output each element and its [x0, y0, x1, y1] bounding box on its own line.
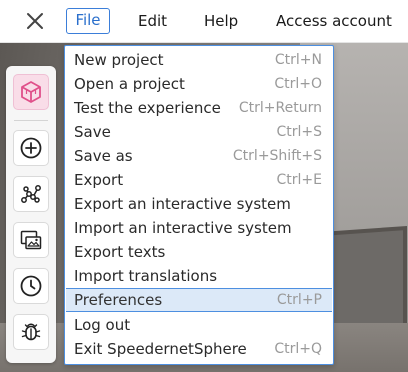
- menu-item-open-project[interactable]: Open a project Ctrl+O: [66, 72, 332, 96]
- tool-history[interactable]: [13, 268, 49, 304]
- menu-item-label: Open a project: [74, 75, 185, 93]
- tool-add[interactable]: [13, 130, 49, 166]
- menu-item-shortcut: Ctrl+P: [276, 292, 322, 308]
- menu-item-shortcut: Ctrl+E: [276, 172, 323, 188]
- menu-item-label: Import an interactive system: [74, 219, 292, 237]
- cube-icon: [21, 81, 41, 103]
- menu-item-label: Exit SpeedernetSphere: [74, 340, 247, 358]
- menu-item-save-as[interactable]: Save as Ctrl+Shift+S: [66, 144, 332, 168]
- menu-item-label: Export texts: [74, 243, 166, 261]
- scene-picture-frame: [325, 230, 403, 336]
- menu-item-test-experience[interactable]: Test the experience Ctrl+Return: [66, 96, 332, 120]
- menu-file[interactable]: File: [66, 8, 110, 34]
- tool-3d-objects[interactable]: [13, 74, 49, 110]
- menu-item-label: Preferences: [74, 291, 163, 309]
- menu-item-save[interactable]: Save Ctrl+S: [66, 120, 332, 144]
- menu-item-label: Export an interactive system: [74, 195, 291, 213]
- menu-item-label: Save as: [74, 147, 133, 165]
- menubar: File Edit Help Access account: [0, 0, 408, 43]
- menu-item-shortcut: Ctrl+Shift+S: [232, 148, 322, 164]
- file-menu-dropdown: New project Ctrl+N Open a project Ctrl+O…: [64, 45, 334, 365]
- menu-help[interactable]: Help: [204, 8, 238, 34]
- toolbar-divider: [14, 120, 48, 121]
- image-gallery-icon: [20, 230, 42, 250]
- menu-item-shortcut: Ctrl+S: [276, 124, 322, 140]
- menu-item-import-translations[interactable]: Import translations: [66, 264, 332, 288]
- menu-item-label: Log out: [74, 316, 131, 334]
- menu-item-log-out[interactable]: Log out: [66, 313, 332, 337]
- menu-item-label: Save: [74, 123, 111, 141]
- menu-item-export[interactable]: Export Ctrl+E: [66, 168, 332, 192]
- menu-item-new-project[interactable]: New project Ctrl+N: [66, 48, 332, 72]
- menu-item-shortcut: Ctrl+Q: [274, 341, 322, 357]
- menu-item-export-interactive-system[interactable]: Export an interactive system: [66, 192, 332, 216]
- menu-edit[interactable]: Edit: [138, 8, 167, 34]
- menu-item-shortcut: Ctrl+O: [274, 76, 322, 92]
- menu-item-preferences[interactable]: Preferences Ctrl+P: [66, 288, 332, 312]
- menu-item-export-texts[interactable]: Export texts: [66, 240, 332, 264]
- menu-item-label: Export: [74, 171, 124, 189]
- menu-item-label: Import translations: [74, 267, 218, 285]
- menu-item-label: Test the experience: [74, 99, 221, 117]
- add-circle-icon: [20, 137, 42, 159]
- clock-icon: [20, 275, 42, 297]
- bug-icon: [21, 323, 41, 341]
- tool-media[interactable]: [13, 222, 49, 258]
- close-button[interactable]: [22, 8, 48, 34]
- menu-item-shortcut: Ctrl+N: [274, 52, 322, 68]
- close-icon: [27, 13, 43, 29]
- network-nodes-icon: [21, 185, 41, 203]
- tool-graph[interactable]: [13, 176, 49, 212]
- menu-access-account[interactable]: Access account: [276, 8, 392, 34]
- menu-item-shortcut: Ctrl+Return: [238, 100, 322, 116]
- left-toolbar: [6, 66, 56, 363]
- menu-item-import-interactive-system[interactable]: Import an interactive system: [66, 216, 332, 240]
- tool-debug[interactable]: [13, 314, 49, 350]
- menu-item-exit[interactable]: Exit SpeedernetSphere Ctrl+Q: [66, 337, 332, 361]
- menu-item-label: New project: [74, 51, 164, 69]
